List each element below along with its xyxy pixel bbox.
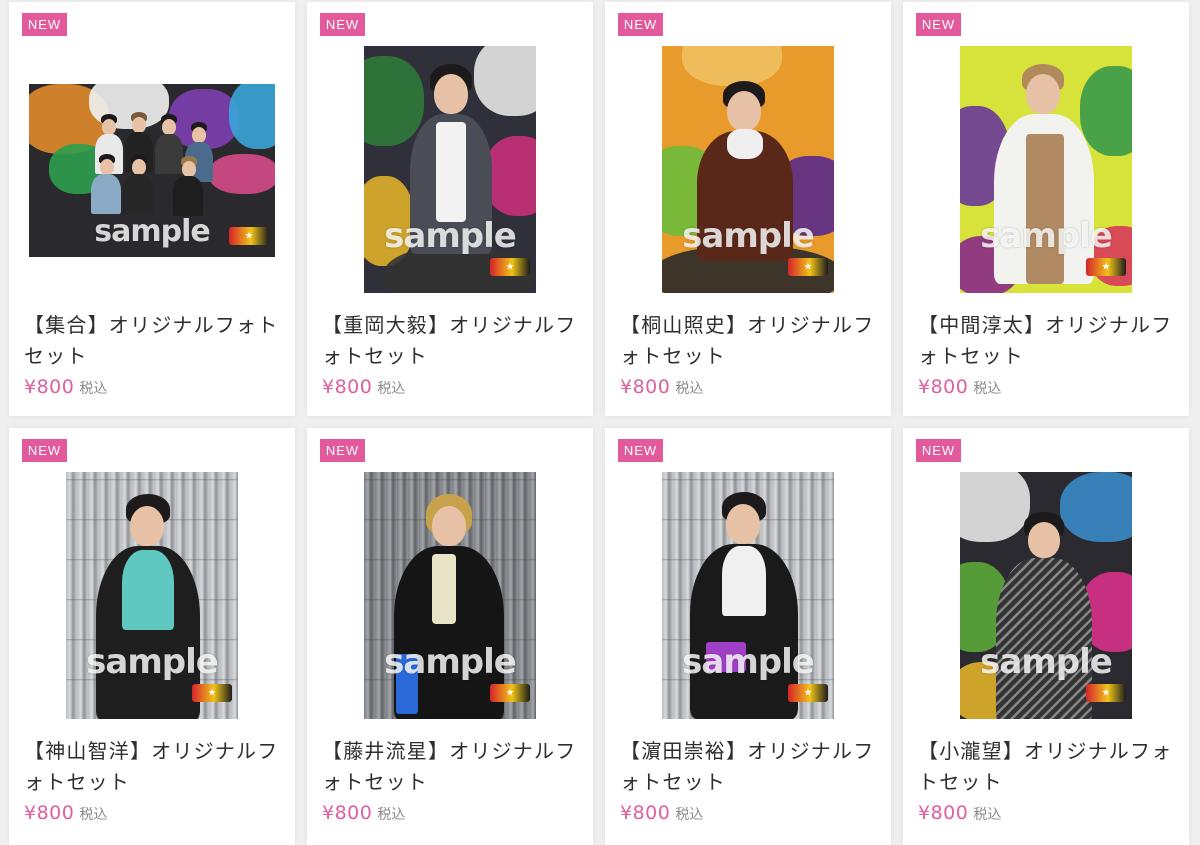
price-line: ¥800 税込 [620, 376, 703, 398]
sample-watermark: sample [980, 642, 1113, 682]
new-badge: NEW [618, 439, 663, 462]
new-badge: NEW [916, 13, 961, 36]
tax-label: 税込 [377, 807, 406, 823]
logo-icon: ★ [192, 684, 232, 702]
tax-label: 税込 [675, 807, 704, 823]
product-price: ¥800 [322, 376, 373, 398]
product-photo[interactable]: sample ★ [662, 472, 834, 719]
product-card[interactable]: NEW sample ★ 【藤井流星】オリジナルフォトセット ¥800 税込 [307, 428, 593, 845]
product-title[interactable]: 【神山智洋】オリジナルフォトセット [24, 736, 279, 798]
product-price: ¥800 [322, 802, 373, 824]
logo-icon: ★ [788, 258, 828, 276]
new-badge: NEW [22, 439, 67, 462]
logo-icon: ★ [229, 227, 269, 245]
tax-label: 税込 [973, 381, 1002, 397]
price-line: ¥800 税込 [918, 376, 1001, 398]
sample-watermark: sample [384, 642, 517, 682]
product-photo[interactable]: sample ★ [29, 84, 275, 257]
tax-label: 税込 [973, 807, 1002, 823]
price-line: ¥800 税込 [24, 802, 107, 824]
product-photo[interactable]: sample ★ [960, 46, 1132, 293]
product-photo[interactable]: sample ★ [66, 472, 238, 719]
product-title[interactable]: 【桐山照史】オリジナルフォトセット [620, 310, 875, 372]
price-line: ¥800 税込 [24, 376, 107, 398]
product-card[interactable]: NEW sample ★ 【中間淳太】オリジナルフォトセット ¥800 税込 [903, 2, 1189, 416]
tax-label: 税込 [675, 381, 704, 397]
product-photo[interactable]: sample ★ [364, 46, 536, 293]
product-card[interactable]: NEW sample ★ 【集合】オリジナルフォトセット ¥800 税込 [9, 2, 295, 416]
product-price: ¥800 [24, 376, 75, 398]
product-photo[interactable]: sample ★ [364, 472, 536, 719]
tax-label: 税込 [79, 807, 108, 823]
sample-watermark: sample [682, 216, 815, 256]
price-line: ¥800 税込 [918, 802, 1001, 824]
sample-watermark: sample [86, 642, 219, 682]
product-card[interactable]: NEW sample ★ 【濵田崇裕】オリジナルフォトセット ¥800 税込 [605, 428, 891, 845]
sample-watermark: sample [682, 642, 815, 682]
product-price: ¥800 [620, 376, 671, 398]
product-title[interactable]: 【濵田崇裕】オリジナルフォトセット [620, 736, 875, 798]
logo-icon: ★ [1086, 258, 1126, 276]
logo-icon: ★ [788, 684, 828, 702]
price-line: ¥800 税込 [322, 376, 405, 398]
sample-watermark: sample [384, 216, 517, 256]
product-photo[interactable]: sample ★ [662, 46, 834, 293]
product-card[interactable]: NEW sample ★ 【桐山照史】オリジナルフォトセット ¥800 税込 [605, 2, 891, 416]
tax-label: 税込 [79, 381, 108, 397]
logo-icon: ★ [490, 684, 530, 702]
product-title[interactable]: 【中間淳太】オリジナルフォトセット [918, 310, 1173, 372]
new-badge: NEW [916, 439, 961, 462]
logo-icon: ★ [1086, 684, 1126, 702]
product-title[interactable]: 【小瀧望】オリジナルフォトセット [918, 736, 1173, 798]
new-badge: NEW [22, 13, 67, 36]
product-photo[interactable]: sample ★ [960, 472, 1132, 719]
product-title[interactable]: 【重岡大毅】オリジナルフォトセット [322, 310, 577, 372]
price-line: ¥800 税込 [322, 802, 405, 824]
product-grid: NEW sample ★ 【集合】オリジナルフォトセット ¥800 税込 NEW… [0, 0, 1200, 845]
product-card[interactable]: NEW sample ★ 【神山智洋】オリジナルフォトセット ¥800 税込 [9, 428, 295, 845]
product-title[interactable]: 【集合】オリジナルフォトセット [24, 310, 279, 372]
tax-label: 税込 [377, 381, 406, 397]
new-badge: NEW [320, 439, 365, 462]
product-price: ¥800 [24, 802, 75, 824]
new-badge: NEW [320, 13, 365, 36]
product-title[interactable]: 【藤井流星】オリジナルフォトセット [322, 736, 577, 798]
sample-watermark: sample [980, 216, 1113, 256]
new-badge: NEW [618, 13, 663, 36]
product-price: ¥800 [918, 376, 969, 398]
price-line: ¥800 税込 [620, 802, 703, 824]
product-price: ¥800 [918, 802, 969, 824]
logo-icon: ★ [490, 258, 530, 276]
product-card[interactable]: NEW sample ★ 【小瀧望】オリジナルフォトセット ¥800 税込 [903, 428, 1189, 845]
product-card[interactable]: NEW sample ★ 【重岡大毅】オリジナルフォトセット ¥800 税込 [307, 2, 593, 416]
product-price: ¥800 [620, 802, 671, 824]
